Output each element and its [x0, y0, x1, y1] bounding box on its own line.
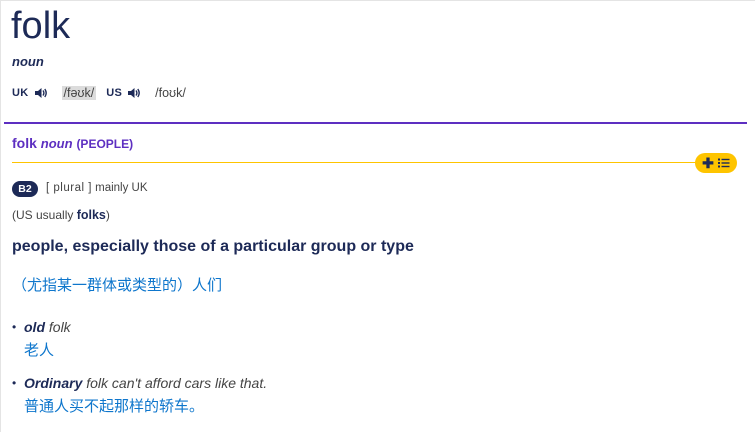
bullet: •	[12, 320, 17, 334]
uk-speaker-icon[interactable]	[34, 87, 48, 99]
us-speaker-icon[interactable]	[127, 87, 141, 99]
sense-rule	[12, 162, 700, 163]
example-highlight: Ordinary	[24, 375, 83, 391]
add-to-wordlist-button[interactable]: ✚	[695, 153, 737, 173]
example-text: old folk	[24, 317, 71, 337]
region-uk-label: UK	[12, 87, 29, 99]
plus-icon: ✚	[702, 154, 714, 171]
grammar-info: [ plural ] mainly UK	[46, 182, 148, 194]
variant-word: folks	[76, 208, 106, 222]
example-translation: 普通人买不起那样的轿车。	[24, 398, 205, 415]
pronunciation-row: UK /fəʊk/ US /foʊk/	[12, 84, 188, 102]
definition-translation: （尤指某一群体或类型的）人们	[12, 277, 223, 294]
variant-close: )	[105, 208, 110, 222]
left-border	[0, 0, 1, 432]
definition: people, especially those of a particular…	[12, 238, 414, 255]
part-of-speech: noun	[12, 54, 44, 69]
section-divider	[4, 122, 747, 124]
variant-info: (US usually folks)	[12, 208, 110, 222]
region-us-label: US	[106, 87, 123, 99]
example-rest: folk can't afford cars like that.	[82, 375, 268, 391]
uk-ipa: /fəʊk/	[61, 86, 97, 100]
variant-label: US usually	[16, 208, 74, 222]
example-rest: folk	[45, 319, 71, 335]
grammar-code: [ plural ]	[46, 182, 92, 194]
sense-word: folk	[12, 135, 37, 151]
example-text: Ordinary folk can't afford cars like tha…	[24, 373, 267, 393]
sense-guideword: (PEOPLE)	[76, 137, 134, 151]
list-icon	[717, 155, 730, 171]
bullet: •	[12, 376, 17, 390]
sense-pos: noun	[40, 136, 73, 151]
example-highlight: old	[24, 319, 45, 335]
top-border	[0, 0, 755, 1]
headword: folk	[11, 5, 71, 47]
sense-header: folk noun (PEOPLE)	[12, 135, 133, 151]
level-badge: B2	[12, 181, 38, 197]
example-translation: 老人	[24, 342, 55, 359]
grammar-region: mainly UK	[95, 182, 148, 194]
us-ipa: /foʊk/	[155, 86, 186, 100]
